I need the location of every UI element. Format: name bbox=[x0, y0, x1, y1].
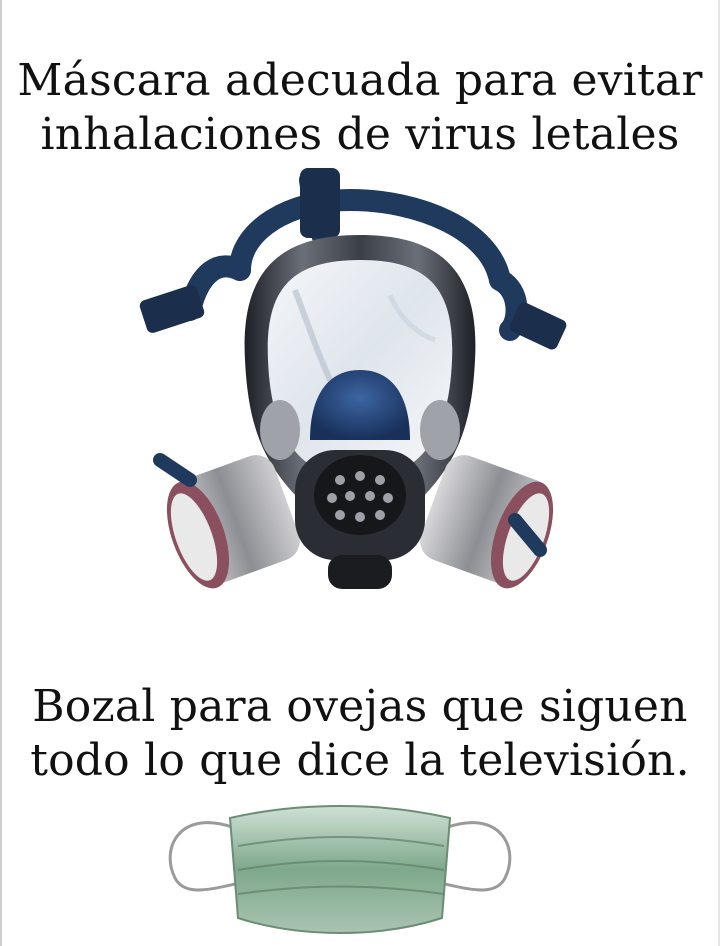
bottom-caption-line-2: todo lo que dice la televisión. bbox=[30, 734, 690, 786]
gas-mask-image bbox=[139, 168, 567, 589]
left-cheek-port bbox=[260, 400, 300, 460]
surgical-mask-image bbox=[168, 805, 512, 934]
strap-buckle-top bbox=[300, 168, 340, 238]
surgical-mask-body bbox=[228, 805, 452, 934]
strap-buckle-left bbox=[139, 285, 205, 333]
bottom-caption: Bozal para ovejas que siguen todo lo que… bbox=[0, 680, 720, 787]
right-ear-loop bbox=[439, 821, 512, 892]
exhale-valve bbox=[295, 450, 425, 589]
top-caption-line-1: Máscara adecuada para evitar bbox=[17, 55, 703, 106]
top-caption: Máscara adecuada para evitar inhalacione… bbox=[0, 54, 720, 161]
bottom-caption-line-1: Bozal para ovejas que siguen bbox=[32, 681, 688, 732]
top-caption-line-2: inhalaciones de virus letales bbox=[40, 108, 680, 160]
left-ear-loop bbox=[168, 821, 241, 892]
right-cheek-port bbox=[420, 400, 460, 460]
